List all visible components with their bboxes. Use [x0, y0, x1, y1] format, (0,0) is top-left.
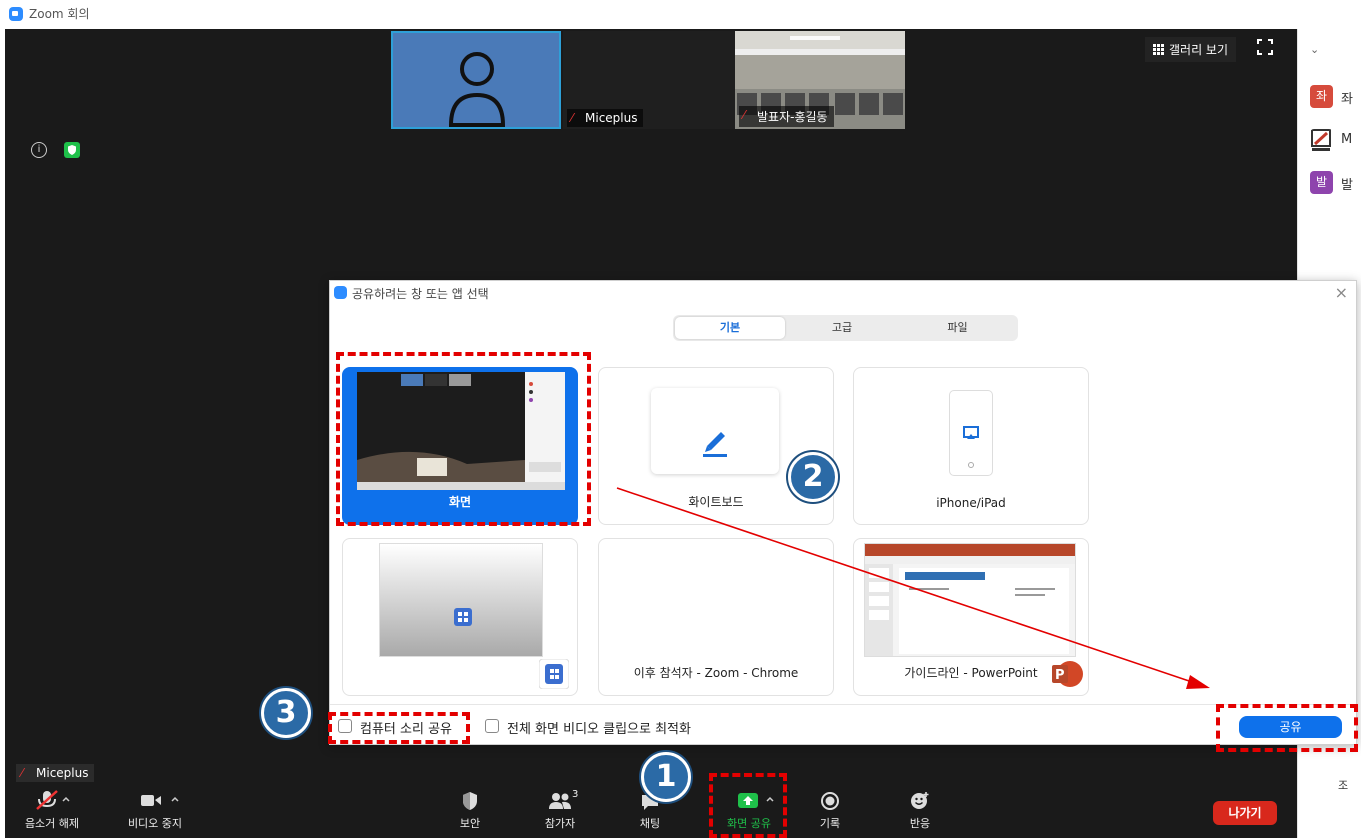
miceplus-logo-icon	[1311, 129, 1331, 151]
share-option-screen[interactable]: 화면	[342, 367, 578, 525]
app-icon	[539, 659, 569, 689]
unmute-button[interactable]: 음소거 해제	[17, 785, 87, 831]
participant-item[interactable]: M	[1310, 129, 1361, 153]
share-sound-label: 컴퓨터 소리 공유	[360, 722, 452, 737]
step-badge-2: 2	[788, 452, 838, 502]
step-badge-3: 3	[261, 688, 311, 738]
share-option-app-window[interactable]	[342, 538, 578, 696]
reactions-label: 반응	[909, 817, 931, 830]
record-button[interactable]: 기록	[805, 785, 855, 831]
step-badge-1: 1	[641, 752, 691, 802]
share-sound-checkbox[interactable]	[338, 719, 352, 733]
security-label: 보안	[459, 817, 481, 830]
dialog-title: 공유하려는 창 또는 앱 선택	[352, 287, 489, 301]
tab-files[interactable]: 파일	[899, 317, 1016, 339]
window-title: Zoom 회의	[29, 7, 90, 21]
video-tile-miceplus[interactable]: ⁄ Miceplus	[563, 31, 735, 129]
video-tile-presenter[interactable]: ⁄ 발표자-홍길동	[735, 31, 905, 129]
close-icon[interactable]: ×	[1335, 283, 1348, 302]
tile-name-label: 발표자-홍길동	[757, 110, 828, 124]
chevron-down-icon[interactable]: ⌄	[1310, 43, 1319, 56]
pen-icon	[703, 432, 727, 457]
record-label: 기록	[819, 817, 841, 830]
avatar: 발	[1310, 171, 1333, 194]
share-option-iphone-ipad[interactable]: iPhone/iPad	[853, 367, 1089, 525]
tile-label: iPhone/iPad	[936, 496, 1006, 510]
fullscreen-icon[interactable]	[1257, 39, 1273, 55]
share-tabs: 기본 고급 파일	[673, 315, 1018, 341]
grid-icon	[1153, 44, 1165, 56]
screen-preview	[357, 372, 565, 490]
title-bar: Zoom 회의	[0, 0, 1361, 29]
video-tile-self[interactable]	[391, 31, 561, 129]
video-camera-icon	[141, 795, 179, 806]
shield-icon	[463, 792, 477, 810]
gallery-view-button[interactable]: 갤러리 보기	[1145, 37, 1237, 62]
muted-mic-icon: ⁄	[571, 111, 574, 125]
participant-name: 좌	[1341, 92, 1353, 107]
powerpoint-preview	[864, 543, 1076, 657]
participants-count: 3	[572, 789, 579, 800]
reactions-button[interactable]: 반응	[895, 785, 945, 831]
emoji-icon	[911, 792, 929, 809]
panel-bottom-label: 조	[1338, 779, 1349, 792]
presenter-name-tag: ⁄ Miceplus	[16, 764, 95, 782]
encryption-shield-icon[interactable]	[64, 142, 80, 158]
participant-name: 발	[1341, 178, 1353, 193]
app-window-preview	[379, 543, 543, 657]
share-screen-label: 화면 공유	[727, 817, 771, 830]
share-screen-button[interactable]: 화면 공유	[711, 785, 787, 831]
dialog-header: 공유하려는 창 또는 앱 선택 ×	[330, 281, 1356, 305]
security-button[interactable]: 보안	[445, 785, 495, 831]
dialog-footer: 컴퓨터 소리 공유 전체 화면 비디오 클립으로 최적화 공유	[330, 704, 1356, 746]
leave-button[interactable]: 나가기	[1213, 801, 1277, 825]
stop-video-button[interactable]: 비디오 중지	[115, 785, 195, 831]
info-icon[interactable]: i	[31, 142, 47, 158]
muted-mic-icon: ⁄	[21, 766, 24, 780]
presenter-name: Miceplus	[36, 766, 89, 780]
share-option-whiteboard[interactable]: 화이트보드	[598, 367, 834, 525]
muted-mic-icon: ⁄	[743, 108, 746, 122]
whiteboard-card	[651, 388, 779, 474]
share-option-powerpoint[interactable]: P 가이드라인 - PowerPoint	[853, 538, 1089, 696]
participants-icon	[549, 793, 571, 809]
zoom-logo-icon	[9, 7, 23, 21]
muted-microphone-icon	[36, 790, 70, 810]
participants-button[interactable]: 3 참가자	[530, 785, 590, 831]
unmute-label: 음소거 해제	[24, 817, 80, 830]
chat-label: 채팅	[639, 817, 661, 830]
gallery-view-label: 갤러리 보기	[1169, 43, 1229, 57]
phone-device	[949, 390, 993, 476]
tab-basic[interactable]: 기본	[675, 317, 785, 339]
participant-name: M	[1341, 132, 1353, 147]
zoom-logo-icon	[334, 286, 347, 299]
participant-item[interactable]: 좌 좌	[1310, 85, 1361, 109]
share-screen-icon	[738, 793, 774, 808]
optimize-video-checkbox[interactable]	[485, 719, 499, 733]
video-tile-name: ⁄ 발표자-홍길동	[739, 106, 834, 127]
record-icon	[821, 792, 839, 810]
airplay-icon	[963, 426, 979, 468]
tile-name-label: Miceplus	[585, 111, 638, 125]
avatar: 좌	[1310, 85, 1333, 108]
participants-label: 참가자	[544, 817, 576, 830]
tile-label: 이후 참석자 - Zoom - Chrome	[633, 666, 799, 680]
video-tile-name: ⁄ Miceplus	[567, 109, 644, 127]
person-avatar-icon	[448, 52, 506, 127]
share-screen-dialog: 공유하려는 창 또는 앱 선택 × 기본 고급 파일 화면 화이트보드 iPho…	[329, 280, 1357, 745]
stop-video-label: 비디오 중지	[127, 817, 183, 830]
tile-label: 가이드라인 - PowerPoint	[904, 666, 1038, 680]
tab-advanced[interactable]: 고급	[787, 317, 897, 339]
share-button[interactable]: 공유	[1239, 716, 1342, 738]
optimize-video-label: 전체 화면 비디오 클립으로 최적화	[507, 722, 691, 737]
share-option-chrome[interactable]: 이후 참석자 - Zoom - Chrome	[598, 538, 834, 696]
tile-label: 화면	[448, 495, 472, 509]
participant-item[interactable]: 발 발	[1310, 171, 1361, 195]
